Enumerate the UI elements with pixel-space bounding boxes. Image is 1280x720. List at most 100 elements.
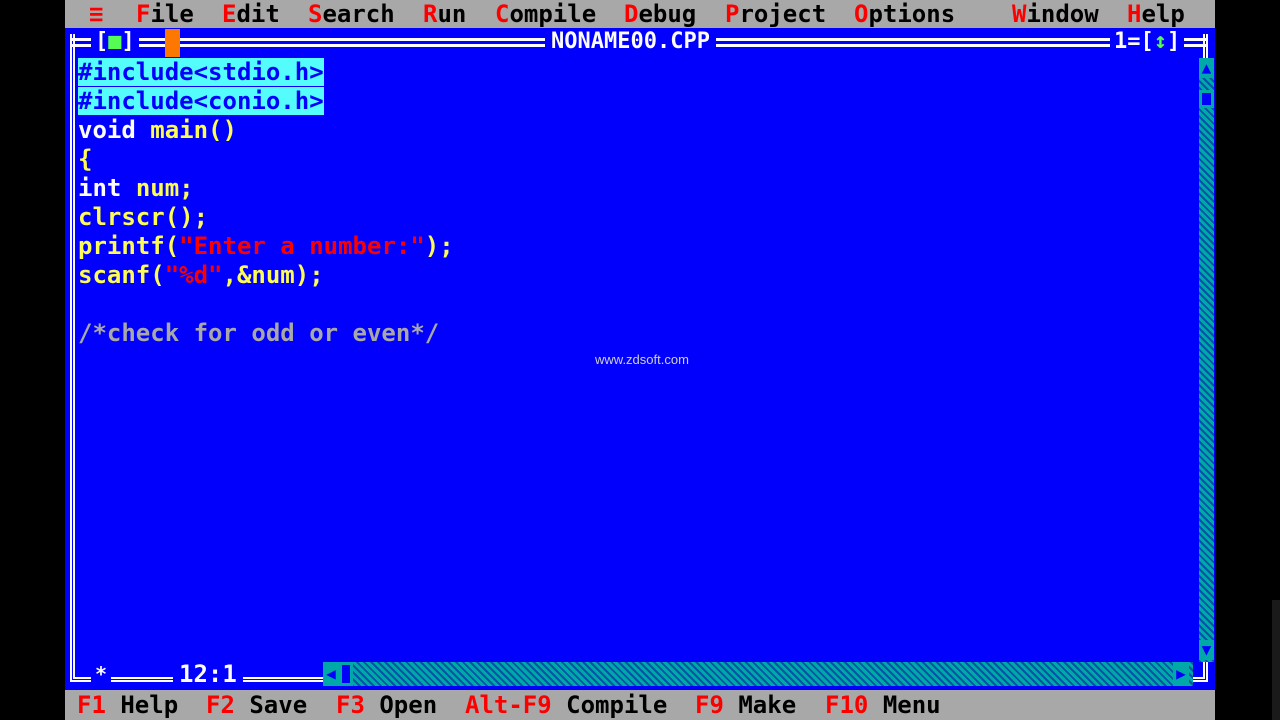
window-title: NONAME00.CPP (545, 29, 716, 55)
code-line: #include<stdio.h> (78, 58, 454, 87)
status-item-compile[interactable]: Alt-F9 Compile (465, 690, 667, 720)
code-identifier: num; (135, 174, 194, 202)
code-line: scanf("%d",&num); (78, 261, 454, 290)
horizontal-scrollbar[interactable] (323, 662, 1193, 686)
menu-hotkey: C (495, 0, 510, 28)
code-line: int num; (78, 174, 454, 203)
status-key: F10 (825, 691, 869, 719)
menu-hotkey: H (1127, 0, 1142, 28)
status-label: Help (120, 691, 179, 719)
window-marker (165, 29, 180, 57)
menu-label: elp (1141, 0, 1185, 28)
close-box-bracket: ] (121, 29, 135, 54)
menu-help[interactable]: Help (1127, 0, 1185, 28)
window-number: 1= (1114, 29, 1141, 54)
zoom-box[interactable]: 1=[↕] (1110, 29, 1185, 55)
status-label: Menu (882, 691, 941, 719)
menu-bar: ≡ File Edit Search Run Compile Debug Pro… (65, 0, 1215, 28)
close-box-bracket: [ (95, 29, 109, 54)
menu-run[interactable]: Run (423, 0, 466, 28)
code-line: { (78, 145, 454, 174)
scroll-up-icon[interactable]: ▲ (1199, 58, 1214, 78)
code-keyword: int (78, 174, 122, 202)
code-comment: /*check for odd or even*/ (78, 319, 440, 347)
close-icon: ■ (108, 29, 122, 54)
menu-hotkey: E (222, 0, 237, 28)
code-string: "Enter a number:" (179, 232, 425, 260)
scroll-down-icon[interactable]: ▼ (1199, 640, 1214, 660)
close-box[interactable]: [■] (91, 29, 139, 55)
vertical-scrollbar[interactable] (1199, 58, 1214, 662)
menu-project[interactable]: Project (725, 0, 826, 28)
code-identifier: printf( (78, 232, 180, 260)
menu-hotkey: W (1012, 0, 1027, 28)
menu-label: ebug (638, 0, 697, 28)
watermark: www.zdsoft.com (595, 352, 689, 367)
code-identifier: scanf( (78, 261, 165, 289)
menu-file[interactable]: File (136, 0, 194, 28)
menu-hotkey: D (624, 0, 639, 28)
menu-label: roject (739, 0, 827, 28)
code-editor[interactable]: #include<stdio.h> #include<conio.h> void… (78, 58, 454, 348)
screen-edge (1272, 600, 1280, 720)
menu-label: ptions (868, 0, 956, 28)
scroll-right-icon[interactable]: ▶ (1173, 662, 1189, 686)
vertical-scroll-thumb[interactable] (1199, 90, 1214, 108)
status-item-save[interactable]: F2 Save (206, 690, 307, 720)
status-key: F3 (336, 691, 365, 719)
modified-marker: * (91, 662, 112, 686)
menu-label: dit (236, 0, 280, 28)
status-key: F2 (206, 691, 235, 719)
status-key: Alt-F9 (465, 691, 552, 719)
menu-label: un (437, 0, 467, 28)
menu-label: ile (150, 0, 194, 28)
status-label: Make (738, 691, 797, 719)
status-item-open[interactable]: F3 Open (336, 690, 437, 720)
menu-hotkey: F (136, 0, 151, 28)
menu-label: ompile (509, 0, 597, 28)
code-line: clrscr(); (78, 203, 454, 232)
status-label: Open (379, 691, 438, 719)
zoom-box-bracket: [ (1140, 29, 1154, 54)
status-label: Save (249, 691, 308, 719)
code-keyword: void (78, 116, 136, 144)
code-line: printf("Enter a number:"); (78, 232, 454, 261)
menu-search[interactable]: Search (308, 0, 395, 28)
turbo-cpp-ide: ≡ File Edit Search Run Compile Debug Pro… (65, 0, 1215, 720)
menu-label: earch (322, 0, 395, 28)
menu-debug[interactable]: Debug (624, 0, 696, 28)
menu-options[interactable]: Options (854, 0, 955, 28)
menu-compile[interactable]: Compile (495, 0, 596, 28)
code-identifier: ,&num); (222, 261, 324, 289)
zoom-box-bracket: ] (1167, 29, 1181, 54)
code-text: #include<stdio.h> (78, 58, 324, 86)
code-identifier: clrscr(); (78, 203, 209, 231)
menu-hotkey: R (423, 0, 438, 28)
code-line: /*check for odd or even*/ (78, 319, 454, 348)
status-bar: F1 Help F2 Save F3 Open Alt-F9 Compile F… (65, 690, 1215, 720)
code-line: #include<conio.h> (78, 87, 454, 116)
code-line: void main() (78, 116, 454, 145)
status-label: Compile (566, 691, 668, 719)
menu-hotkey: O (854, 0, 869, 28)
menu-hotkey: S (308, 0, 323, 28)
status-key: F9 (695, 691, 724, 719)
menu-window[interactable]: Window (1012, 0, 1099, 28)
system-menu-icon[interactable]: ≡ (89, 0, 103, 28)
horizontal-scroll-thumb[interactable] (339, 662, 353, 686)
code-identifier: ); (424, 232, 454, 260)
status-item-help[interactable]: F1 Help (77, 690, 178, 720)
code-identifier: main() (150, 116, 237, 144)
menu-edit[interactable]: Edit (222, 0, 280, 28)
zoom-icon: ↕ (1153, 29, 1167, 54)
status-item-make[interactable]: F9 Make (695, 690, 796, 720)
scroll-left-icon[interactable]: ◀ (323, 662, 339, 686)
code-symbol: { (78, 145, 93, 173)
menu-label: indow (1026, 0, 1099, 28)
code-string: "%d" (164, 261, 223, 289)
cursor-position: 12:1 (173, 662, 243, 686)
menu-hotkey: P (725, 0, 740, 28)
status-item-menu[interactable]: F10 Menu (825, 690, 941, 720)
status-key: F1 (77, 691, 106, 719)
